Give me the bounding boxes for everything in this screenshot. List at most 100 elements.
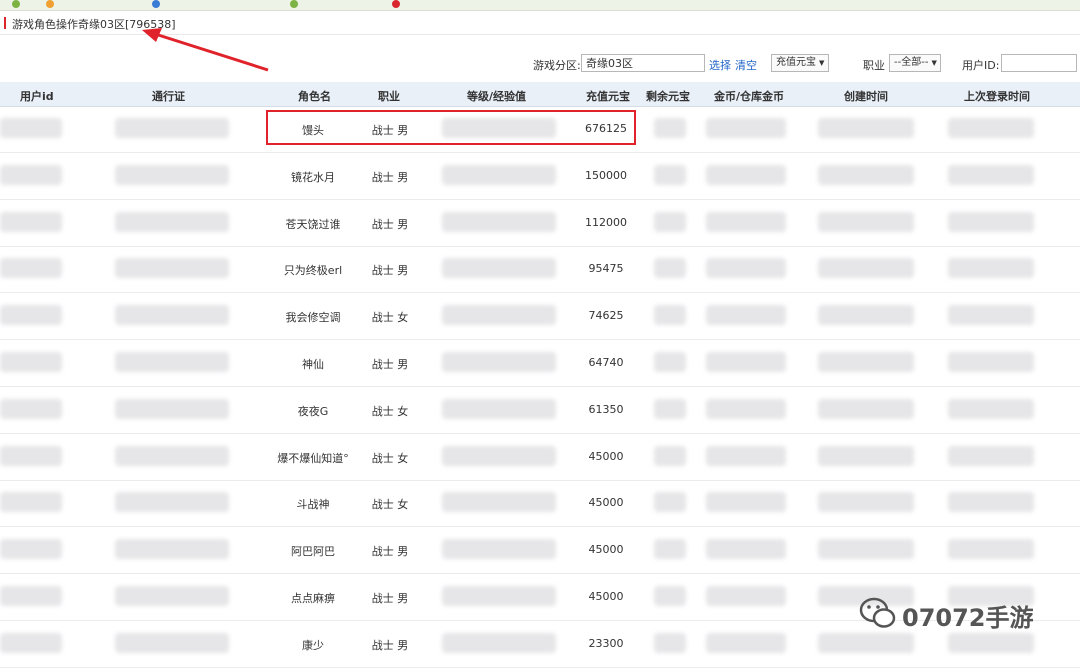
table-row[interactable]: 神仙 战士 男 64740 [0, 340, 1080, 387]
redacted-cell [654, 632, 686, 653]
redacted-cell [948, 305, 1034, 326]
redacted-cell [654, 258, 686, 279]
redacted-cell [818, 305, 914, 326]
filter-bar: 游戏分区: 奇缘03区 选择 清空 充值元宝 ▼ 职业 --全部-- ▼ 用户ID: [0, 54, 1080, 76]
recharge-cell: 45000 [588, 590, 624, 603]
chevron-down-icon: ▼ [931, 59, 937, 67]
job-cell: 战士 男 [371, 264, 409, 278]
col-userid[interactable]: 用户id [20, 88, 54, 104]
job-select-value: --全部-- [894, 57, 929, 68]
col-level-exp[interactable]: 等级/经验值 [467, 88, 526, 104]
role-name-cell: 夜夜G [297, 404, 329, 418]
redacted-cell [948, 118, 1034, 138]
redacted-cell [818, 539, 914, 560]
redacted-cell [442, 164, 556, 185]
redacted-cell [654, 118, 686, 138]
redacted-cell [818, 211, 914, 232]
redacted-cell [818, 258, 914, 279]
table-row[interactable]: 苍天饶过谁 战士 男 112000 [0, 200, 1080, 247]
redacted-cell [948, 258, 1034, 279]
redacted-cell [654, 164, 686, 185]
role-name-cell: 神仙 [302, 358, 324, 371]
redacted-cell [115, 492, 229, 513]
redacted-cell [442, 492, 556, 513]
table-row[interactable]: 夜夜G 战士 女 61350 [0, 387, 1080, 434]
redacted-cell [706, 211, 786, 232]
table-row[interactable]: 爆不爆仙知道° 战士 女 45000 [0, 434, 1080, 481]
recharge-cell: 45000 [588, 449, 624, 463]
server-label: 游戏分区: [533, 59, 581, 72]
job-cell: 战士 女 [371, 451, 409, 465]
redacted-cell [442, 539, 556, 560]
watermark-text: 07072手游 [902, 604, 1034, 632]
redacted-cell [0, 258, 62, 279]
col-last-login[interactable]: 上次登录时间 [964, 88, 1030, 104]
redacted-cell [442, 632, 556, 653]
redacted-cell [706, 492, 786, 513]
col-gold[interactable]: 金币/仓库金币 [714, 88, 784, 104]
table-row[interactable]: 只为终极erl 战士 男 95475 [0, 246, 1080, 294]
redacted-cell [115, 398, 229, 419]
col-created[interactable]: 创建时间 [844, 88, 888, 104]
role-name-cell: 镜花水月 [291, 170, 335, 184]
table-row[interactable]: 镜花水月 战士 男 150000 [0, 153, 1080, 200]
recharge-cell: 150000 [585, 168, 627, 182]
col-passport[interactable]: 通行证 [152, 88, 185, 104]
redacted-cell [818, 164, 914, 185]
table-row[interactable]: 阿巴阿巴 战士 男 45000 [0, 527, 1080, 575]
choose-link[interactable]: 选择 [709, 57, 731, 73]
userid-label: 用户ID: [962, 59, 1000, 72]
redacted-cell [948, 164, 1034, 185]
redacted-cell [115, 445, 229, 466]
server-input[interactable]: 奇缘03区 [581, 54, 705, 72]
redacted-cell [0, 445, 62, 466]
redacted-cell [706, 305, 786, 326]
job-cell: 战士 女 [371, 404, 409, 418]
col-recharge[interactable]: 充值元宝 [586, 88, 630, 104]
redacted-cell [654, 539, 686, 560]
redacted-cell [0, 211, 62, 232]
clear-link[interactable]: 清空 [735, 57, 757, 73]
redacted-cell [706, 445, 786, 466]
redacted-cell [654, 398, 686, 419]
recharge-cell: 45000 [588, 543, 624, 557]
col-job[interactable]: 职业 [378, 88, 400, 104]
role-name-cell: 我会修空调 [285, 311, 341, 325]
table-row[interactable]: 我会修空调 战士 女 74625 [0, 293, 1080, 341]
watermark: 07072手游 [858, 596, 1034, 632]
table-row[interactable]: 斗战神 战士 女 45000 [0, 480, 1080, 528]
redacted-cell [948, 539, 1034, 560]
redacted-cell [706, 539, 786, 560]
redacted-cell [818, 445, 914, 466]
recharge-cell: 45000 [588, 496, 624, 510]
redacted-cell [442, 586, 556, 606]
redacted-cell [442, 352, 556, 372]
redacted-cell [115, 258, 229, 279]
redacted-cell [654, 445, 686, 466]
col-role-name[interactable]: 角色名 [298, 88, 331, 104]
job-cell: 战士 男 [371, 592, 409, 605]
job-select[interactable]: --全部-- ▼ [889, 54, 941, 72]
redacted-cell [0, 632, 62, 653]
role-name-cell: 苍天饶过谁 [285, 217, 341, 231]
col-remaining[interactable]: 剩余元宝 [646, 88, 690, 104]
job-cell: 战士 男 [371, 217, 409, 231]
role-name-cell: 只为终极erl [283, 264, 343, 278]
redacted-cell [0, 118, 62, 138]
redacted-cell [115, 539, 229, 560]
redacted-cell [0, 352, 62, 372]
redacted-cell [948, 492, 1034, 513]
userid-input[interactable] [1001, 54, 1077, 72]
redacted-cell [115, 352, 229, 372]
redacted-cell [0, 398, 62, 419]
role-name-cell: 康少 [302, 638, 324, 652]
redacted-cell [115, 305, 229, 326]
sort-select-value: 充值元宝 [776, 57, 816, 68]
recharge-cell: 95475 [588, 262, 624, 276]
recharge-cell: 74625 [588, 309, 624, 323]
redacted-cell [654, 492, 686, 513]
redacted-cell [706, 398, 786, 419]
recharge-cell: 112000 [585, 215, 627, 229]
sort-select[interactable]: 充值元宝 ▼ [771, 54, 829, 72]
chevron-down-icon: ▼ [819, 59, 825, 67]
